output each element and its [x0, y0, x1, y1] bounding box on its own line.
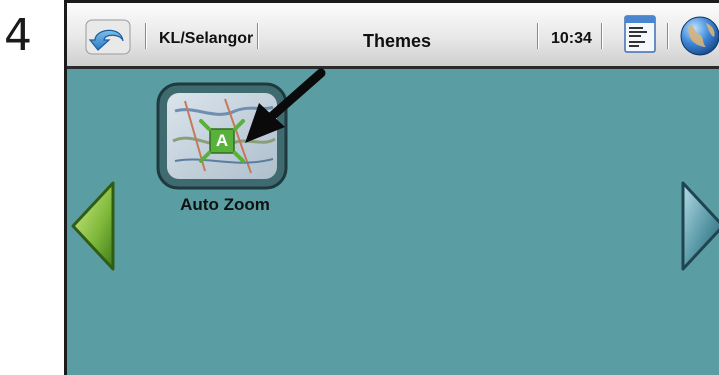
pointer-arrow-icon [245, 68, 326, 143]
globe-icon [680, 16, 719, 56]
previous-page-button[interactable] [67, 179, 117, 273]
clock: 10:34 [551, 30, 592, 47]
menu-button[interactable] [623, 14, 657, 54]
page-title: Themes [363, 31, 432, 51]
step-number: 4 [4, 10, 32, 61]
left-arrow-icon [71, 181, 115, 271]
menu-document-icon [624, 15, 656, 53]
top-bar: KL/Selangor Themes 10:34 [67, 3, 719, 69]
undo-arrow-icon [85, 19, 131, 55]
region-label: KL/Selangor [159, 30, 254, 47]
pointer-arrow [217, 65, 337, 155]
back-button[interactable] [85, 19, 131, 55]
navigator-screen: KL/Selangor Themes 10:34 A Auto Zoom [64, 0, 719, 375]
right-arrow-icon [681, 181, 719, 271]
next-page-button[interactable] [679, 179, 719, 273]
auto-zoom-label: Auto Zoom [180, 195, 270, 214]
globe-button[interactable] [678, 13, 719, 59]
